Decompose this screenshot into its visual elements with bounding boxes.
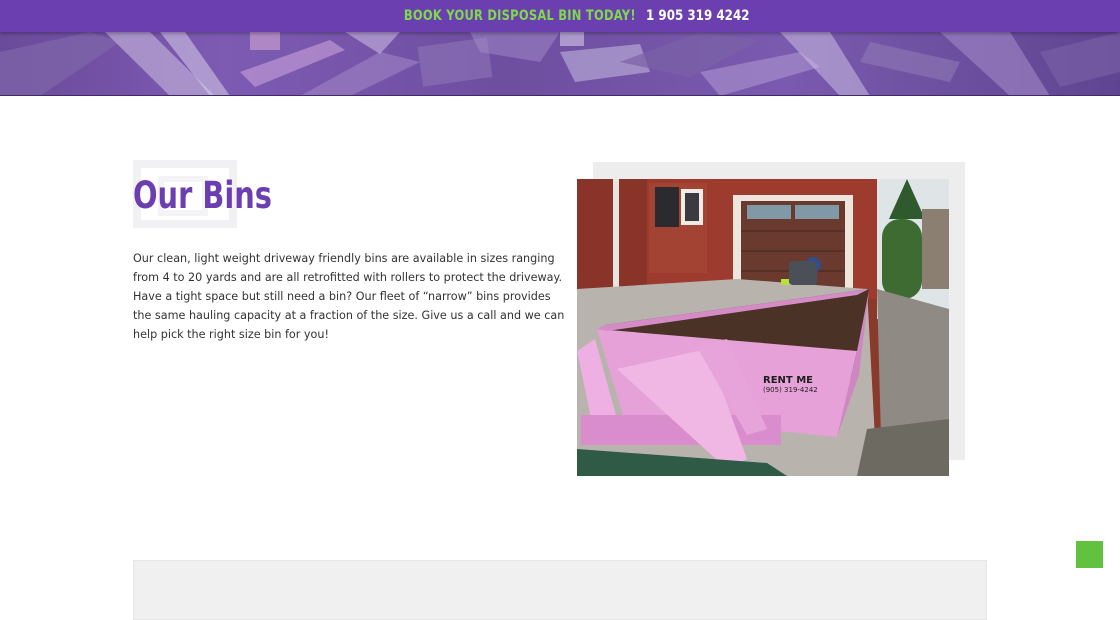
promo-bar: BOOK YOUR DISPOSAL BIN TODAY! 1 905 319 … [0, 0, 1120, 32]
promo-text: BOOK YOUR DISPOSAL BIN TODAY! [403, 8, 636, 24]
section-description: Our clean, light weight driveway friendl… [133, 252, 565, 341]
phone-link[interactable]: 1 905 319 4242 [646, 8, 750, 24]
pink-disposal-bin-photo: RENT ME (905) 319-4242 [577, 179, 949, 476]
scroll-to-top-icon[interactable] [1076, 541, 1103, 568]
next-section-panel [133, 560, 987, 620]
bin-label-phone: (905) 319-4242 [763, 386, 818, 394]
bin-label-main: RENT ME [763, 375, 813, 386]
hero-banner [0, 32, 1120, 96]
debris-banner-image [0, 32, 1120, 95]
section-title: Our Bins [133, 174, 272, 217]
